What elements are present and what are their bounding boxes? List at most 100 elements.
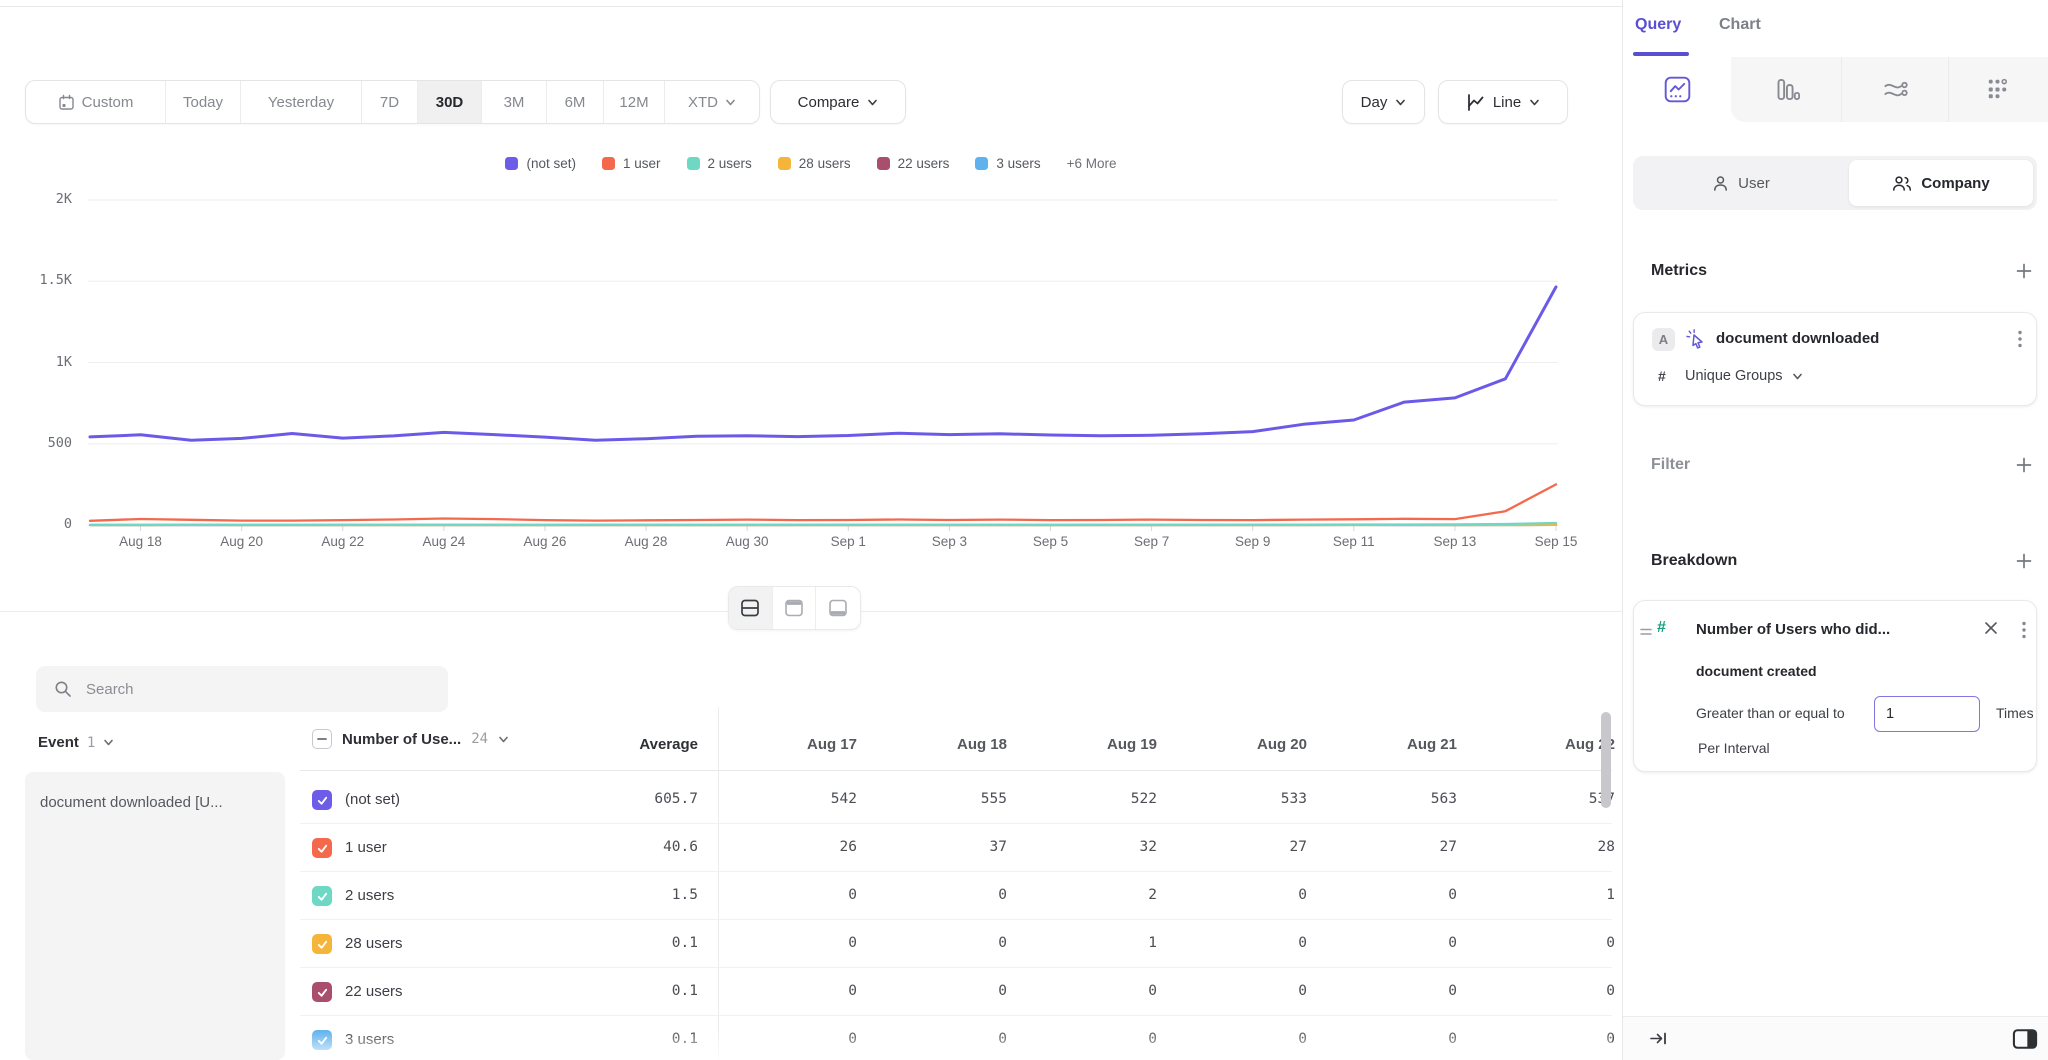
chevron-down-icon (1395, 97, 1406, 108)
series-daily-value: 27 (1157, 839, 1307, 855)
breakdown-event-name[interactable]: document created (1696, 663, 1817, 679)
remove-breakdown-button[interactable] (1984, 621, 1998, 640)
chart-type-flow-segment[interactable] (1843, 57, 1947, 122)
add-breakdown-button[interactable] (2013, 550, 2035, 572)
tab-chart[interactable]: Chart (1719, 16, 1761, 34)
event-column-label: Event (38, 734, 79, 751)
date-column-header[interactable]: Aug 18 (857, 736, 1007, 753)
measure-selector[interactable]: Unique Groups (1685, 368, 1803, 384)
date-range-12m[interactable]: 12M (604, 81, 665, 123)
metrics-heading: Metrics (1651, 262, 1707, 280)
x-axis-tick-label: Aug 22 (298, 534, 388, 549)
breakdown-unit-label: Times (1996, 705, 2034, 721)
series-daily-value: 0 (1157, 887, 1307, 903)
compare-button[interactable]: Compare (770, 80, 906, 124)
date-column-header[interactable]: Aug 20 (1157, 736, 1307, 753)
x-axis-tick-label: Aug 18 (96, 534, 186, 549)
date-range-custom[interactable]: Custom (26, 81, 166, 123)
date-range-30d[interactable]: 30D (418, 81, 482, 123)
toggle-company-segment[interactable]: Company (1849, 156, 2033, 210)
series-checkbox[interactable] (312, 934, 332, 954)
chart-only-icon (783, 597, 805, 619)
chart-type-scatter-segment[interactable] (1945, 57, 2048, 122)
series-checkbox[interactable] (312, 886, 332, 906)
series-daily-value: 0 (1457, 1031, 1615, 1047)
date-range-xtd[interactable]: XTD (665, 81, 759, 123)
date-range-today[interactable]: Today (166, 81, 241, 123)
search-box (36, 666, 448, 712)
toggle-user-segment[interactable]: User (1633, 156, 1849, 210)
series-daily-value: 28 (1457, 839, 1615, 855)
add-metric-button[interactable] (2013, 260, 2035, 282)
chart-type-bar-segment[interactable] (1735, 57, 1839, 122)
series-checkbox[interactable] (312, 982, 332, 1002)
tab-query[interactable]: Query (1635, 16, 1681, 34)
date-range-7d[interactable]: 7D (362, 81, 418, 123)
series-checkbox[interactable] (312, 838, 332, 858)
series-daily-value: 563 (1307, 791, 1457, 807)
series-checkbox[interactable] (312, 790, 332, 810)
breakdown-value-input[interactable] (1874, 696, 1980, 732)
date-column-header[interactable]: Aug 21 (1307, 736, 1457, 753)
granularity-button[interactable]: Day (1342, 80, 1425, 124)
series-daily-value: 0 (707, 887, 857, 903)
series-daily-value: 0 (857, 1031, 1007, 1047)
series-label: 2 users (345, 887, 394, 904)
checkmark-icon (316, 986, 329, 999)
kebab-icon (2018, 330, 2022, 348)
series-label: 1 user (345, 839, 387, 856)
layout-chart-only-button[interactable] (773, 587, 817, 629)
y-axis-tick-label: 1.5K (10, 272, 72, 288)
layout-split-view-button[interactable] (729, 587, 773, 629)
series-line-1-user (90, 484, 1556, 520)
add-filter-button[interactable] (2013, 454, 2035, 476)
sidebar-footer (1623, 1016, 2048, 1060)
x-axis-tick-label: Aug 20 (197, 534, 287, 549)
date-range-6m[interactable]: 6M (547, 81, 604, 123)
breakdown-card[interactable]: # Number of Users who did... document cr… (1633, 600, 2037, 772)
event-column-header[interactable]: Event 1 (38, 734, 114, 751)
groupby-column-header[interactable]: Number of Use... 24 (312, 729, 509, 749)
line-chart-icon (1466, 93, 1485, 112)
x-axis-tick-label: Sep 7 (1107, 534, 1197, 549)
close-icon (1984, 621, 1998, 635)
date-column-header[interactable]: Aug 17 (707, 736, 857, 753)
series-checkbox[interactable] (312, 1030, 332, 1050)
series-label: 3 users (345, 1031, 394, 1048)
metric-card[interactable]: A document downloaded # Unique Groups (1633, 312, 2037, 406)
toggle-panel-button[interactable] (2011, 1025, 2039, 1058)
table-row-3-users: 3 users0.1000000 (0, 1016, 1622, 1060)
date-column-header[interactable]: Aug 22 (1457, 736, 1615, 753)
x-axis-tick-label: Sep 9 (1208, 534, 1298, 549)
date-column-header[interactable]: Aug 19 (1007, 736, 1157, 753)
kebab-icon (2022, 621, 2026, 639)
x-axis-tick-label: Sep 15 (1511, 534, 1601, 549)
breakdown-hash-icon: # (1657, 619, 1666, 637)
metric-menu-button[interactable] (2018, 330, 2022, 353)
query-sidebar: Query Chart User Company (1622, 0, 2048, 1060)
date-range-3m[interactable]: 3M (482, 81, 547, 123)
search-input[interactable] (86, 681, 416, 698)
series-daily-value: 0 (1007, 983, 1157, 999)
chart-type-line-segment[interactable] (1625, 57, 1729, 122)
series-daily-value: 0 (1157, 983, 1307, 999)
collapse-sidebar-button[interactable] (1649, 1029, 1668, 1053)
select-all-checkbox[interactable] (312, 729, 332, 749)
breakdown-per-interval-label[interactable]: Per Interval (1698, 740, 1770, 756)
chart-type-button[interactable]: Line (1438, 80, 1568, 124)
breakdown-condition-label[interactable]: Greater than or equal to (1696, 705, 1845, 721)
metric-event-name[interactable]: document downloaded (1716, 330, 1879, 347)
date-range-yesterday[interactable]: Yesterday (241, 81, 362, 123)
app-root: CustomTodayYesterday7D30D3M 6M 12MXTD Comp… (0, 0, 2048, 1060)
plus-icon (2015, 262, 2033, 280)
series-average-value: 605.7 (540, 791, 698, 807)
series-average-value: 1.5 (540, 887, 698, 903)
breakdown-title[interactable]: Number of Users who did... (1696, 621, 1890, 638)
series-daily-value: 555 (857, 791, 1007, 807)
drag-handle-icon[interactable] (1640, 624, 1652, 642)
layout-table-only-button[interactable] (816, 587, 860, 629)
event-column-count: 1 (87, 735, 95, 751)
date-range-label: 6M (565, 94, 586, 111)
table-scrollbar[interactable] (1601, 712, 1611, 808)
breakdown-menu-button[interactable] (2022, 621, 2026, 644)
